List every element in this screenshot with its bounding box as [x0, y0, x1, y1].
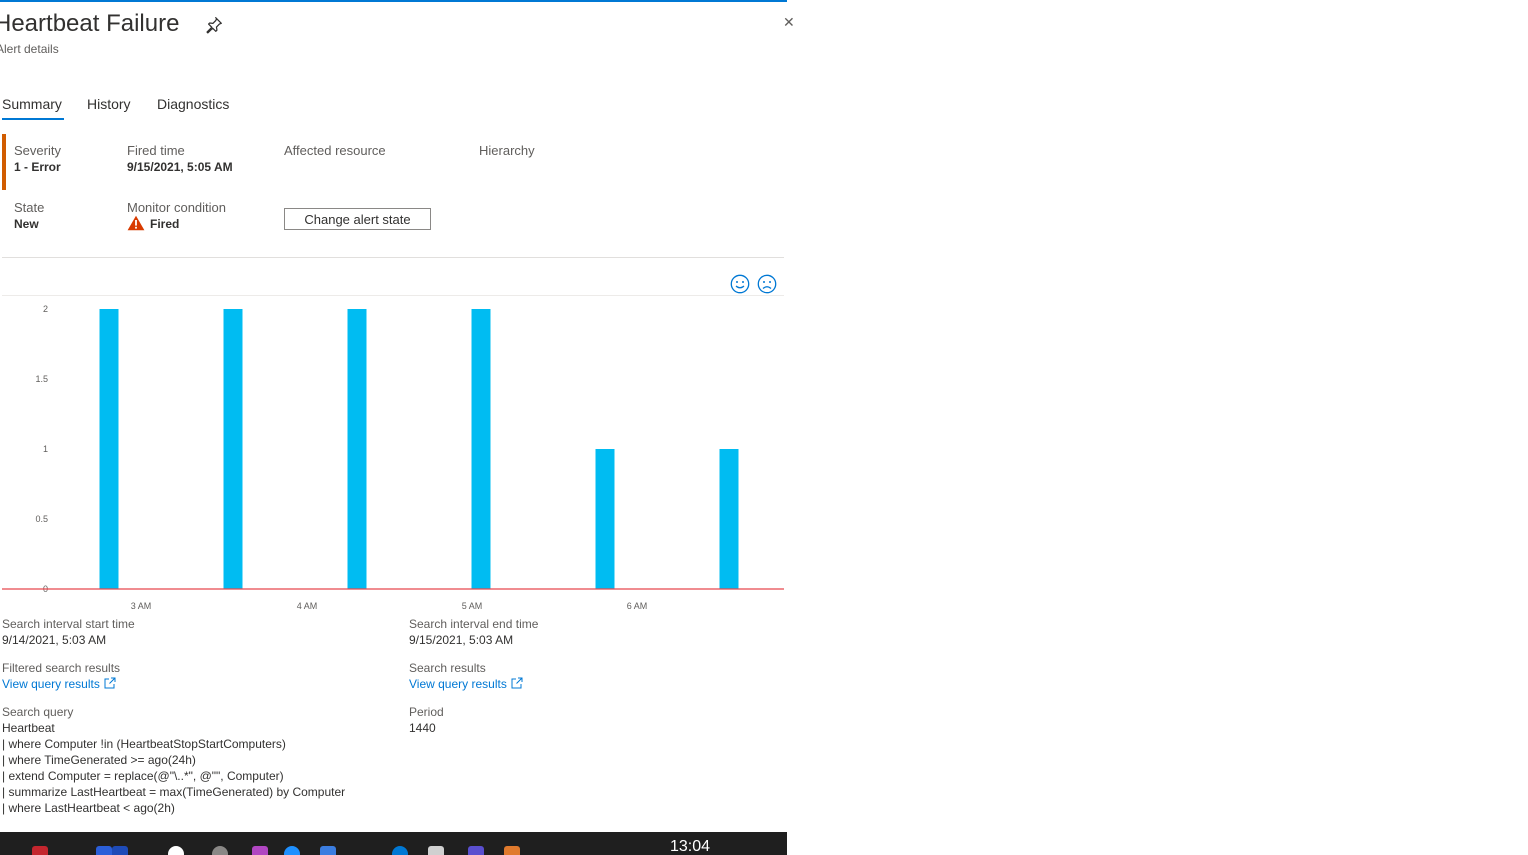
x-tick-label: 6 AM	[627, 601, 648, 611]
active-tab-indicator	[2, 118, 64, 120]
taskbar-app-icon[interactable]	[320, 846, 336, 855]
external-link-icon	[104, 677, 116, 689]
taskbar-app-icon[interactable]	[252, 846, 268, 855]
filtered-results-link-text[interactable]: View query results	[2, 677, 100, 691]
taskbar-app-icon[interactable]	[468, 846, 484, 855]
search-start-label: Search interval start time	[2, 617, 135, 631]
filtered-results-label: Filtered search results	[2, 661, 121, 675]
taskbar-app-icon[interactable]	[112, 846, 128, 855]
external-link-icon	[511, 677, 523, 689]
fired-time-label: Fired time	[127, 143, 185, 158]
severity-label: Severity	[14, 143, 61, 158]
search-end-value: 9/15/2021, 5:03 AM	[409, 633, 514, 647]
search-results-label: Search results	[409, 661, 486, 675]
affected-resource-label: Affected resource	[284, 143, 386, 158]
hierarchy-label: Hierarchy	[479, 143, 535, 158]
page-subtitle: Alert details	[0, 42, 59, 56]
taskbar-clock: 13:04	[670, 838, 711, 855]
taskbar-app-icon[interactable]	[504, 846, 520, 855]
taskbar-app-icon[interactable]	[96, 846, 112, 855]
taskbar-app-icon[interactable]	[284, 846, 300, 855]
warning-icon	[127, 215, 145, 231]
search-end-label: Search interval end time	[409, 617, 539, 631]
taskbar-app-icon[interactable]	[428, 846, 444, 855]
chart-bar[interactable]	[223, 309, 243, 589]
x-tick-label: 3 AM	[131, 601, 152, 611]
pin-icon[interactable]	[205, 16, 223, 34]
alert-chart: 00.511.52 3 AM 4 AM 5 AM 6 AM	[2, 304, 784, 611]
tab-history[interactable]: History	[87, 96, 131, 112]
monitor-condition-label: Monitor condition	[127, 200, 226, 215]
severity-indicator-bar	[2, 134, 6, 190]
y-tick-label: 2	[43, 304, 48, 314]
y-tick-label: 1	[43, 444, 48, 454]
smile-icon[interactable]	[730, 274, 750, 294]
x-tick-label: 4 AM	[297, 601, 318, 611]
severity-value: 1 - Error	[14, 160, 61, 174]
search-results-link[interactable]: View query results	[409, 677, 523, 691]
taskbar-app-icon[interactable]	[392, 846, 408, 855]
frown-icon[interactable]	[757, 274, 777, 294]
monitor-condition-value: Fired	[150, 217, 180, 231]
period-value: 1440	[409, 721, 436, 735]
change-alert-state-button[interactable]: Change alert state	[284, 208, 431, 230]
search-results-link-text[interactable]: View query results	[409, 677, 507, 691]
section-divider	[2, 257, 784, 258]
y-tick-label: 1.5	[35, 374, 48, 384]
chart-bar[interactable]	[347, 309, 367, 589]
search-query-label: Search query	[2, 705, 74, 719]
chart-bar[interactable]	[471, 309, 491, 589]
taskbar-app-icon[interactable]	[212, 846, 228, 855]
chart-bar[interactable]	[719, 449, 739, 589]
state-label: State	[14, 200, 45, 215]
filtered-results-link[interactable]: View query results	[2, 677, 116, 691]
taskbar-app-icon[interactable]	[32, 846, 48, 855]
windows-taskbar: 13:04	[0, 832, 787, 855]
close-icon[interactable]: ✕	[783, 14, 795, 31]
period-label: Period	[409, 705, 444, 719]
search-query-text: Heartbeat | where Computer !in (Heartbea…	[2, 721, 346, 815]
chart-bar[interactable]	[99, 309, 119, 589]
chart-bar[interactable]	[595, 449, 615, 589]
taskbar-app-icon[interactable]	[168, 846, 184, 855]
tab-diagnostics[interactable]: Diagnostics	[157, 96, 229, 112]
state-value: New	[14, 217, 39, 231]
tab-summary[interactable]: Summary	[2, 96, 62, 112]
fired-time-value: 9/15/2021, 5:05 AM	[127, 160, 233, 174]
panel-top-border	[0, 0, 787, 2]
x-tick-label: 5 AM	[462, 601, 483, 611]
y-tick-label: 0.5	[35, 514, 48, 524]
page-title: Heartbeat Failure	[0, 10, 180, 37]
search-start-value: 9/14/2021, 5:03 AM	[2, 633, 107, 647]
